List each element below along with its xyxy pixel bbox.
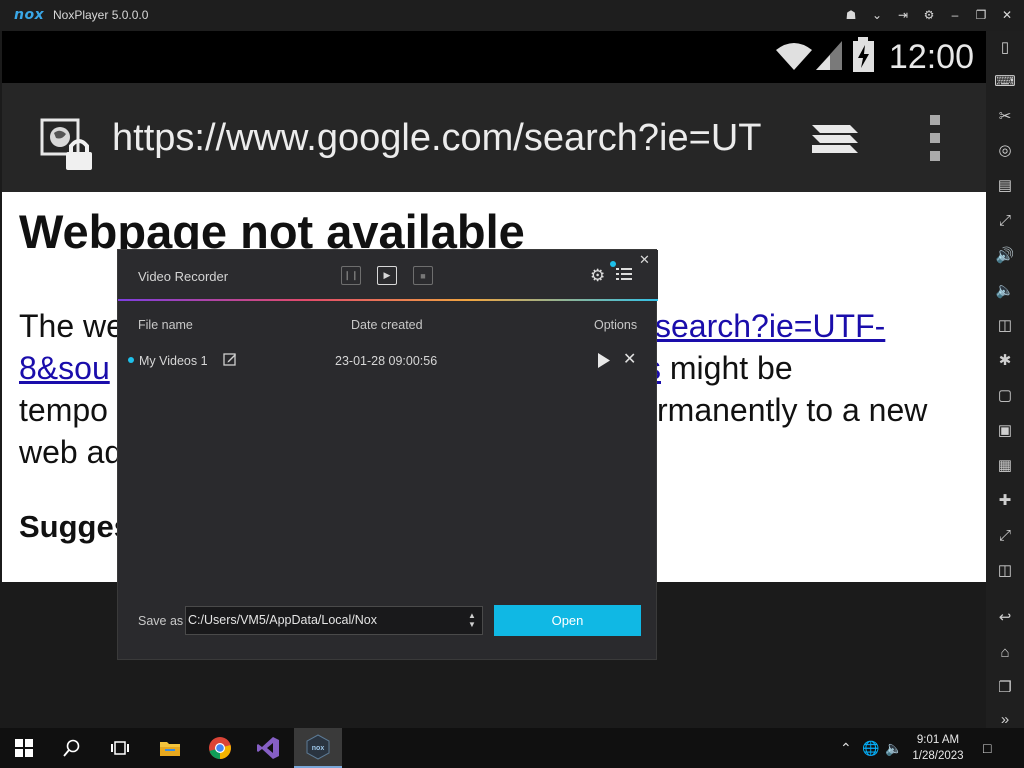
scissors-icon[interactable]: ✂	[994, 105, 1016, 127]
window-title: NoxPlayer 5.0.0.0	[53, 8, 149, 22]
webpage-text: The we	[19, 308, 124, 344]
loading-icon[interactable]: ✱	[994, 349, 1016, 371]
back-icon[interactable]: ↩	[994, 606, 1016, 628]
list-icon[interactable]	[616, 267, 632, 281]
keyboard-icon[interactable]: ⌨	[994, 70, 1016, 92]
webpage-link[interactable]: search?ie=UTF-	[655, 308, 885, 345]
webpage-line-4: web ad	[19, 434, 123, 470]
play-video-icon[interactable]	[597, 352, 611, 369]
url-text[interactable]: https://www.google.com/search?ie=UT	[112, 117, 768, 160]
file-date: 23-01-28 09:00:56	[335, 354, 438, 368]
overflow-menu-icon[interactable]	[928, 115, 942, 161]
taskbar-clock[interactable]: 9:01 AM 1/28/2023	[906, 732, 970, 764]
window-controls: ☗ ⌄ ⇥ ⚙ – ❐ ✕	[840, 6, 1018, 24]
volume-down-icon[interactable]: 🔈	[994, 279, 1016, 301]
battery-icon	[853, 37, 874, 72]
network-icon[interactable]: 🌐	[862, 740, 879, 757]
volume-up-icon[interactable]: 🔊	[994, 244, 1016, 266]
file-explorer-icon[interactable]	[146, 728, 194, 768]
tabs-icon[interactable]	[810, 119, 860, 159]
nox-logo: nox	[14, 7, 45, 23]
android-clock: 12:00	[888, 38, 974, 76]
apk-icon[interactable]: ◫	[994, 314, 1016, 336]
site-security-icon	[40, 118, 92, 170]
recorder-title: Video Recorder	[138, 269, 229, 284]
nox-title-bar: nox NoxPlayer 5.0.0.0 ☗ ⌄ ⇥ ⚙ – ❐ ✕	[0, 0, 1024, 31]
webpage-text: tempo	[19, 392, 108, 428]
path-select-arrows-icon[interactable]: ▲ ▼	[466, 611, 478, 631]
edit-icon[interactable]	[223, 352, 237, 366]
screen: nox NoxPlayer 5.0.0.0 ☗ ⌄ ⇥ ⚙ – ❐ ✕ 12:0…	[0, 0, 1024, 768]
screen-icon[interactable]: ▤	[994, 174, 1016, 196]
taskbar-date: 1/28/2023	[912, 750, 964, 762]
wifi-icon	[776, 43, 812, 70]
restore-icon[interactable]: ❐	[970, 6, 992, 24]
signal-icon	[816, 41, 842, 70]
chevron-up-icon[interactable]: ⌃	[840, 740, 852, 757]
close-icon[interactable]: ✕	[639, 252, 650, 268]
fullscreen-icon[interactable]: ⤢	[994, 209, 1016, 231]
stop-icon[interactable]: ■	[413, 266, 433, 285]
webpage-line-2-end: s might be	[645, 350, 793, 387]
pause-icon[interactable]: ❙❙	[341, 266, 361, 285]
more-icon[interactable]: ◫	[994, 559, 1016, 581]
settings-gear-icon[interactable]: ⚙	[590, 266, 605, 286]
webpage-line-1: The we search?ie=UTF-	[19, 308, 885, 345]
android-home-icon[interactable]: ⌂	[994, 641, 1016, 663]
delete-icon[interactable]: ✕	[623, 349, 636, 369]
android-status-bar: 12:00	[2, 31, 986, 83]
search-icon[interactable]	[48, 728, 96, 768]
webpage-suggestions-heading: Sugges	[19, 509, 131, 544]
svg-text:nox: nox	[312, 745, 325, 752]
home-icon[interactable]: ☗	[840, 6, 862, 24]
save-path-field[interactable]: C:/Users/VM5/AppData/Local/Nox	[185, 606, 483, 635]
taskbar-time: 9:01 AM	[916, 734, 960, 746]
column-header-options: Options	[594, 318, 638, 332]
video-record-icon[interactable]: ▣	[994, 419, 1016, 441]
pin-icon[interactable]: ⇥	[892, 6, 914, 24]
task-view-icon[interactable]	[96, 728, 144, 768]
chevron-down-icon[interactable]: ⌄	[866, 6, 888, 24]
webpage-line-2: 8&sou s might be	[19, 350, 793, 387]
multi-instance-icon[interactable]: ▦	[994, 454, 1016, 476]
close-icon[interactable]: ✕	[996, 6, 1018, 24]
column-header-date-created: Date created	[351, 318, 423, 332]
item-dot	[128, 357, 134, 363]
webpage-text: rmanently to a new	[657, 392, 928, 428]
nox-app-icon[interactable]: nox	[294, 728, 342, 768]
file-name: My Videos 1	[139, 354, 208, 368]
video-recorder-dialog: Video Recorder ❙❙ ▶ ■ ⚙ ✕ File name Date…	[117, 249, 658, 660]
webpage-link[interactable]: 8&sou	[19, 350, 110, 386]
notification-icon[interactable]: □	[983, 740, 991, 756]
add-file-icon[interactable]: ▢	[994, 384, 1016, 406]
open-button[interactable]: Open	[494, 605, 641, 636]
browser-url-bar[interactable]: https://www.google.com/search?ie=UT	[2, 83, 986, 192]
windows-taskbar: nox ⌃ 🌐 🔈 9:01 AM 1/28/2023 □	[0, 728, 1024, 768]
recent-apps-icon[interactable]: ❐	[994, 676, 1016, 698]
windows-start-icon[interactable]	[0, 728, 48, 768]
column-header-file-name: File name	[138, 318, 193, 332]
controller-icon[interactable]: ✚	[994, 489, 1016, 511]
shake-icon[interactable]: ▯	[994, 36, 1016, 58]
speaker-icon[interactable]: 🔈	[885, 740, 902, 757]
webpage-text: might be	[661, 350, 793, 386]
minimize-icon[interactable]: –	[944, 6, 966, 24]
location-icon[interactable]: ◎	[994, 139, 1016, 161]
rotate-icon[interactable]: ⤢	[994, 524, 1016, 546]
recorder-header: Video Recorder ❙❙ ▶ ■ ⚙ ✕	[118, 250, 658, 300]
list-item[interactable]: My Videos 1 23-01-28 09:00:56 ✕	[118, 348, 658, 374]
chrome-icon[interactable]	[196, 728, 244, 768]
gradient-divider	[118, 299, 658, 301]
save-as-label: Save as	[138, 614, 184, 628]
webpage-line-3: tempo rmanently to a new	[19, 392, 927, 429]
nox-sidebar: ▯ ⌨ ✂ ◎ ▤ ⤢ 🔊 🔈 ◫ ✱ ▢ ▣ ▦ ✚ ⤢ ◫ ↩ ⌂ ❐ »	[986, 31, 1024, 728]
gear-icon[interactable]: ⚙	[918, 6, 940, 24]
visual-studio-icon[interactable]	[244, 728, 292, 768]
expand-icon[interactable]: »	[994, 708, 1016, 730]
play-icon[interactable]: ▶	[377, 266, 397, 285]
